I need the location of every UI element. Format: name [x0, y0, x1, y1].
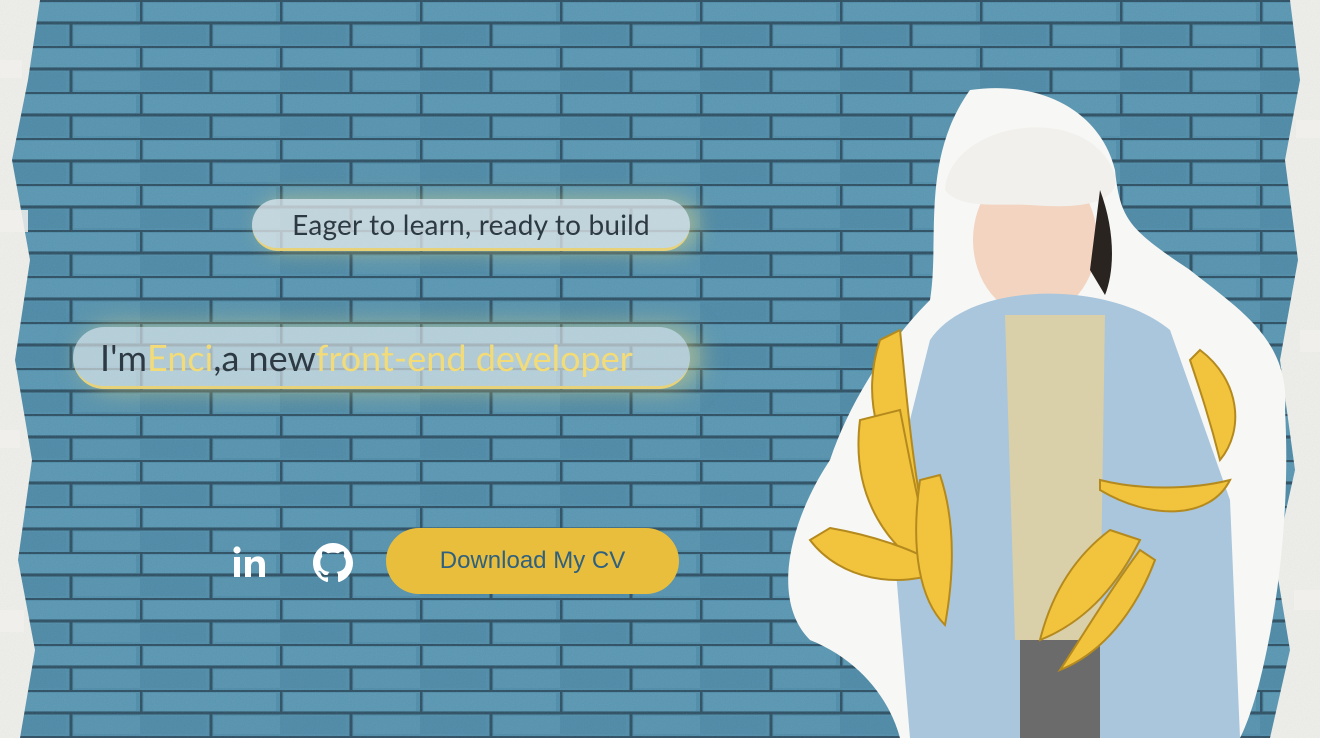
tagline-banner: Eager to learn, ready to build [252, 199, 690, 251]
github-icon[interactable] [313, 543, 353, 583]
linkedin-icon[interactable] [231, 543, 271, 583]
intro-name: Enci [147, 334, 214, 379]
hero-section: Eager to learn, ready to build I'm Enci … [0, 0, 1320, 738]
tagline-text: Eager to learn, ready to build [292, 206, 650, 241]
intro-middle: ,a new [213, 334, 316, 379]
intro-banner: I'm Enci ,a new front-end developer [73, 327, 690, 389]
portrait-photo [788, 88, 1287, 738]
intro-prefix: I'm [100, 334, 148, 379]
download-cv-button[interactable]: Download My CV [386, 528, 679, 594]
intro-role: front-end developer [315, 334, 633, 379]
